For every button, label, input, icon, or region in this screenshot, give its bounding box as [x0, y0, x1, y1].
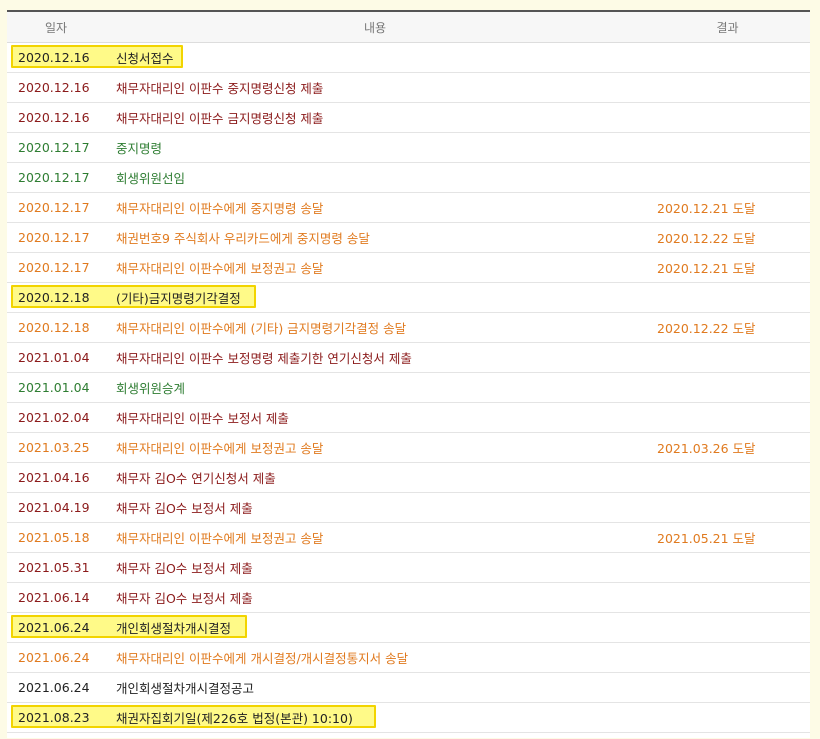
table-row: 2021.04.16 채무자 김O수 연기신청서 제출 — [7, 463, 810, 493]
row-content: 채무자대리인 이판수에게 개시결정/개시결정통지서 송달 — [116, 651, 409, 666]
table-row: 2020.12.17 채무자대리인 이판수에게 보정권고 송달 2020.12.21… — [7, 253, 810, 283]
table-header: 일자 내용 결과 — [7, 12, 810, 43]
row-content: 채무자대리인 이판수에게 보정권고 송달 — [116, 441, 324, 456]
row-content: 채무자대리인 이판수에게 보정권고 송달 — [116, 261, 324, 276]
row-content: 신청서접수 — [116, 51, 174, 66]
row-content: 채무자 김O수 연기신청서 제출 — [116, 471, 276, 486]
row-content: (기타)금지명령기각결정 — [116, 291, 241, 306]
row-date: 2021.05.18 — [18, 530, 90, 545]
row-content: 중지명령 — [116, 141, 163, 156]
row-date: 2021.04.19 — [18, 500, 90, 515]
row-content: 회생위원승계 — [116, 381, 186, 396]
row-date: 2021.01.04 — [18, 350, 90, 365]
row-content: 채무자 김O수 보정서 제출 — [116, 561, 253, 576]
row-content: 채무자 김O수 보정서 제출 — [116, 591, 253, 606]
table-row: 2021.03.25 채무자대리인 이판수에게 보정권고 송달 2021.03.26… — [7, 433, 810, 463]
table-row: 2021.04.19 채무자 김O수 보정서 제출 — [7, 493, 810, 523]
table-row: 2021.01.04 채무자대리인 이판수 보정명령 제출기한 연기신청서 제출 — [7, 343, 810, 373]
row-content: 채무자대리인 이판수 보정서 제출 — [116, 411, 289, 426]
row-result: 2020.12.22 도달 — [657, 231, 756, 246]
row-date: 2020.12.18 — [18, 320, 90, 335]
row-date: 2020.12.17 — [18, 260, 90, 275]
row-date: 2021.06.14 — [18, 590, 90, 605]
table-row: 2020.12.16 채무자대리인 이판수 금지명령신청 제출 — [7, 103, 810, 133]
row-content: 채무자대리인 이판수에게 보정권고 송달 — [116, 531, 324, 546]
table-row: 2021.06.24 개인회생절차개시결정공고 — [7, 673, 810, 703]
row-date: 2021.04.16 — [18, 470, 90, 485]
header-result: 결과 — [716, 20, 739, 35]
page-background: 일자 내용 결과 2020.12.16 신청서접수 2020.12.16 채무자대리인… — [0, 0, 820, 739]
table-row: 2021.01.04 회생위원승계 — [7, 373, 810, 403]
table-row: 2020.12.17 회생위원선임 — [7, 163, 810, 193]
row-date: 2020.12.17 — [18, 200, 90, 215]
header-content: 내용 — [363, 20, 387, 35]
case-history-table: 일자 내용 결과 2020.12.16 신청서접수 2020.12.16 채무자대리인… — [7, 10, 810, 738]
header-date: 일자 — [44, 20, 68, 35]
row-date: 2021.05.31 — [18, 560, 90, 575]
row-content: 회생위원선임 — [116, 171, 186, 186]
table-row: 2020.12.16 신청서접수 — [7, 43, 810, 73]
row-content: 개인회생절차개시결정공고 — [116, 681, 255, 696]
row-content: 채무자대리인 이판수 중지명령신청 제출 — [116, 81, 324, 96]
table-row: 2021.05.18 채무자대리인 이판수에게 보정권고 송달 2021.05.21… — [7, 523, 810, 553]
row-result: 2020.12.21 도달 — [657, 261, 756, 276]
row-content: 채무자대리인 이판수 금지명령신청 제출 — [116, 111, 324, 126]
row-date: 2021.06.24 — [18, 680, 90, 695]
row-content: 채무자대리인 이판수에게 (기타) 금지명령기각결정 송달 — [116, 321, 407, 336]
table-row: 2020.12.17 채무자대리인 이판수에게 중지명령 송달 2020.12.21… — [7, 193, 810, 223]
table-row: 2020.12.16 채무자대리인 이판수 중지명령신청 제출 — [7, 73, 810, 103]
row-date: 2020.12.17 — [18, 140, 90, 155]
row-content: 채권번호9 주식회사 우리카드에게 중지명령 송달 — [116, 231, 370, 246]
row-date: 2021.03.25 — [18, 440, 90, 455]
table-row: 2021.05.31 채무자 김O수 보정서 제출 — [7, 553, 810, 583]
row-content: 채무자대리인 이판수 보정명령 제출기한 연기신청서 제출 — [116, 351, 412, 366]
table-row: 2021.02.04 채무자대리인 이판수 보정서 제출 — [7, 403, 810, 433]
table-row: 2020.12.17 채권번호9 주식회사 우리카드에게 중지명령 송달 2020.… — [7, 223, 810, 253]
row-content: 개인회생절차개시결정 — [116, 621, 232, 636]
table-row: 2020.12.18 (기타)금지명령기각결정 — [7, 283, 810, 313]
row-date: 2020.12.16 — [18, 80, 90, 95]
table-row: 2020.12.18 채무자대리인 이판수에게 (기타) 금지명령기각결정 송달 2… — [7, 313, 810, 343]
row-result: 2020.12.22 도달 — [657, 321, 756, 336]
row-date: 2020.12.17 — [18, 170, 90, 185]
row-date: 2021.02.04 — [18, 410, 90, 425]
row-content: 채무자 김O수 보정서 제출 — [116, 501, 253, 516]
table-row: 2020.12.17 중지명령 — [7, 133, 810, 163]
table-row: 2021.06.24 채무자대리인 이판수에게 개시결정/개시결정통지서 송달 — [7, 643, 810, 673]
table-body: 2020.12.16 신청서접수 2020.12.16 채무자대리인 이판수 중지명령… — [7, 43, 810, 733]
row-result: 2020.12.21 도달 — [657, 201, 756, 216]
row-date: 2021.01.04 — [18, 380, 90, 395]
row-result: 2021.05.21 도달 — [657, 531, 756, 546]
table-row: 2021.06.24 개인회생절차개시결정 — [7, 613, 810, 643]
table-row: 2021.08.23 채권자집회기일(제226호 법정(본관) 10:10) — [7, 703, 810, 733]
table-row: 2021.06.14 채무자 김O수 보정서 제출 — [7, 583, 810, 613]
row-date: 2021.06.24 — [18, 650, 90, 665]
row-date: 2020.12.17 — [18, 230, 90, 245]
row-result: 2021.03.26 도달 — [657, 441, 756, 456]
row-content: 채무자대리인 이판수에게 중지명령 송달 — [116, 201, 324, 216]
row-date: 2020.12.16 — [18, 110, 90, 125]
